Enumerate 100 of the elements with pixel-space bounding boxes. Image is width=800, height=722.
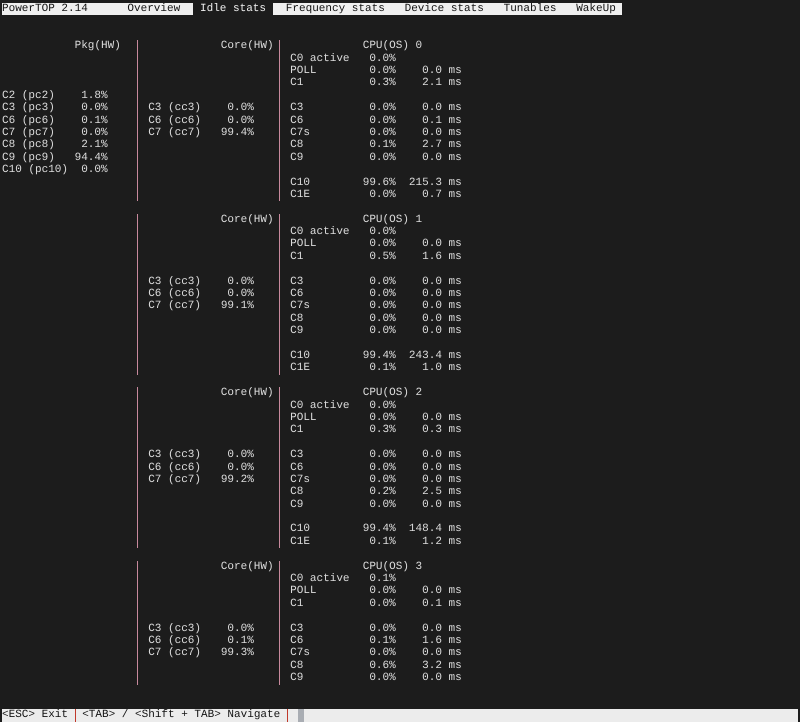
tab[interactable]: Idle stats: [193, 3, 273, 16]
state-name: C6: [290, 288, 304, 300]
state-name: C1: [290, 250, 304, 264]
percentage: 0.0%: [368, 598, 396, 610]
tab[interactable]: WakeUp: [570, 3, 622, 16]
state-name: C10: [290, 350, 311, 362]
tab[interactable]: Tunables: [497, 3, 564, 16]
residency-time: 0.0 ms: [421, 498, 462, 512]
state-name: C9: [290, 325, 304, 338]
percentage: 0.1%: [368, 362, 396, 375]
residency-time: 0.0 ms: [421, 462, 462, 474]
state-name: C7s: [290, 300, 311, 313]
state-name: C10: [290, 176, 311, 189]
percentage: 0.0%: [368, 65, 396, 78]
residency-time: 0.0 ms: [421, 65, 462, 78]
residency-time: 0.0 ms: [421, 449, 462, 462]
state-name: C6: [290, 462, 304, 474]
percentage: 99.6%: [362, 176, 396, 189]
percentage: 0.0%: [368, 585, 396, 598]
percentage: 0.1%: [368, 573, 396, 586]
residency-time: 243.4 ms: [408, 350, 462, 362]
state-name: C9: [290, 672, 304, 685]
residency-time: 0.7 ms: [421, 188, 462, 202]
residency-time: 1.6 ms: [421, 250, 462, 264]
percentage: 0.0%: [80, 126, 108, 140]
percentage: 0.0%: [80, 164, 108, 177]
percentage: 0.0%: [226, 114, 254, 127]
percentage: 0.0%: [226, 276, 254, 288]
column-heading: CPU(OS) 0: [362, 40, 424, 53]
residency-time: 0.1 ms: [421, 598, 462, 610]
column-heading: Pkg(HW): [74, 40, 121, 53]
residency-time: 0.3 ms: [421, 424, 462, 437]
state-name: C3 (cc3): [148, 622, 202, 635]
percentage: 0.0%: [368, 462, 396, 474]
column-heading: Core(HW): [220, 40, 274, 53]
cursor-block: [298, 709, 304, 722]
percentage: 99.4%: [362, 523, 396, 536]
state-name: C8: [290, 486, 304, 499]
residency-time: 2.1 ms: [421, 77, 462, 90]
percentage: 0.0%: [368, 672, 396, 685]
percentage: 0.0%: [368, 622, 396, 636]
state-name: C2 (pc2): [2, 90, 56, 102]
state-name: C8: [290, 312, 304, 326]
percentage: 0.3%: [368, 424, 396, 437]
key-hint: <TAB> / <Shift + TAB> Navigate: [76, 709, 288, 722]
percentage: 0.0%: [226, 449, 254, 462]
residency-time: 0.0 ms: [421, 325, 462, 338]
percentage: 0.0%: [368, 152, 396, 164]
tab[interactable]: Overview: [120, 3, 187, 16]
state-name: C7 (cc7): [148, 300, 202, 313]
residency-time: 148.4 ms: [408, 523, 462, 536]
percentage: 0.0%: [368, 288, 396, 300]
state-name: C0 active: [290, 400, 351, 412]
tab[interactable]: Device stats: [398, 3, 490, 16]
state-name: POLL: [290, 238, 318, 251]
percentage: 0.0%: [226, 288, 254, 300]
state-name: C1: [290, 424, 304, 437]
tab[interactable]: Frequency stats: [279, 3, 392, 16]
percentage: 0.0%: [368, 400, 396, 412]
state-name: C3: [290, 449, 304, 462]
state-name: C3 (pc3): [2, 102, 56, 115]
state-name: C8: [290, 660, 304, 672]
state-name: C1: [290, 77, 304, 90]
residency-time: 0.0 ms: [421, 288, 462, 300]
percentage: 1.8%: [80, 90, 108, 102]
percentage: 0.0%: [80, 102, 108, 115]
state-name: POLL: [290, 65, 318, 78]
column-heading: CPU(OS) 3: [362, 560, 424, 574]
percentage: 0.3%: [368, 77, 396, 90]
percentage: 0.5%: [368, 250, 396, 264]
percentage: 94.4%: [74, 152, 108, 164]
state-name: C7 (pc7): [2, 126, 56, 139]
state-name: C1E: [290, 362, 311, 375]
percentage: 99.1%: [220, 300, 254, 313]
percentage: 2.1%: [80, 139, 108, 152]
state-name: C7s: [290, 474, 311, 486]
percentage: 0.0%: [368, 312, 396, 326]
percentage: 0.0%: [368, 188, 396, 202]
residency-time: 0.0 ms: [421, 622, 462, 636]
state-name: C1E: [290, 536, 311, 548]
percentage: 0.0%: [368, 647, 396, 660]
percentage: 0.2%: [368, 486, 396, 499]
state-name: C7 (cc7): [148, 647, 202, 660]
state-name: C0 active: [290, 52, 351, 65]
residency-time: 1.6 ms: [421, 635, 462, 648]
state-name: C1: [290, 598, 304, 610]
residency-time: 2.7 ms: [421, 139, 462, 152]
percentage: 0.0%: [368, 226, 396, 238]
residency-time: 1.2 ms: [421, 536, 462, 548]
state-name: C3 (cc3): [148, 102, 202, 115]
state-name: C6 (cc6): [148, 635, 202, 648]
residency-time: 0.0 ms: [421, 585, 462, 598]
state-name: C6 (cc6): [148, 288, 202, 300]
state-name: C8 (pc8): [2, 139, 56, 152]
residency-time: 0.0 ms: [421, 152, 462, 164]
state-name: C7s: [290, 647, 311, 660]
percentage: 0.0%: [368, 474, 396, 486]
state-name: C7 (cc7): [148, 474, 202, 486]
percentage: 0.0%: [368, 325, 396, 338]
residency-time: 0.0 ms: [421, 672, 462, 685]
